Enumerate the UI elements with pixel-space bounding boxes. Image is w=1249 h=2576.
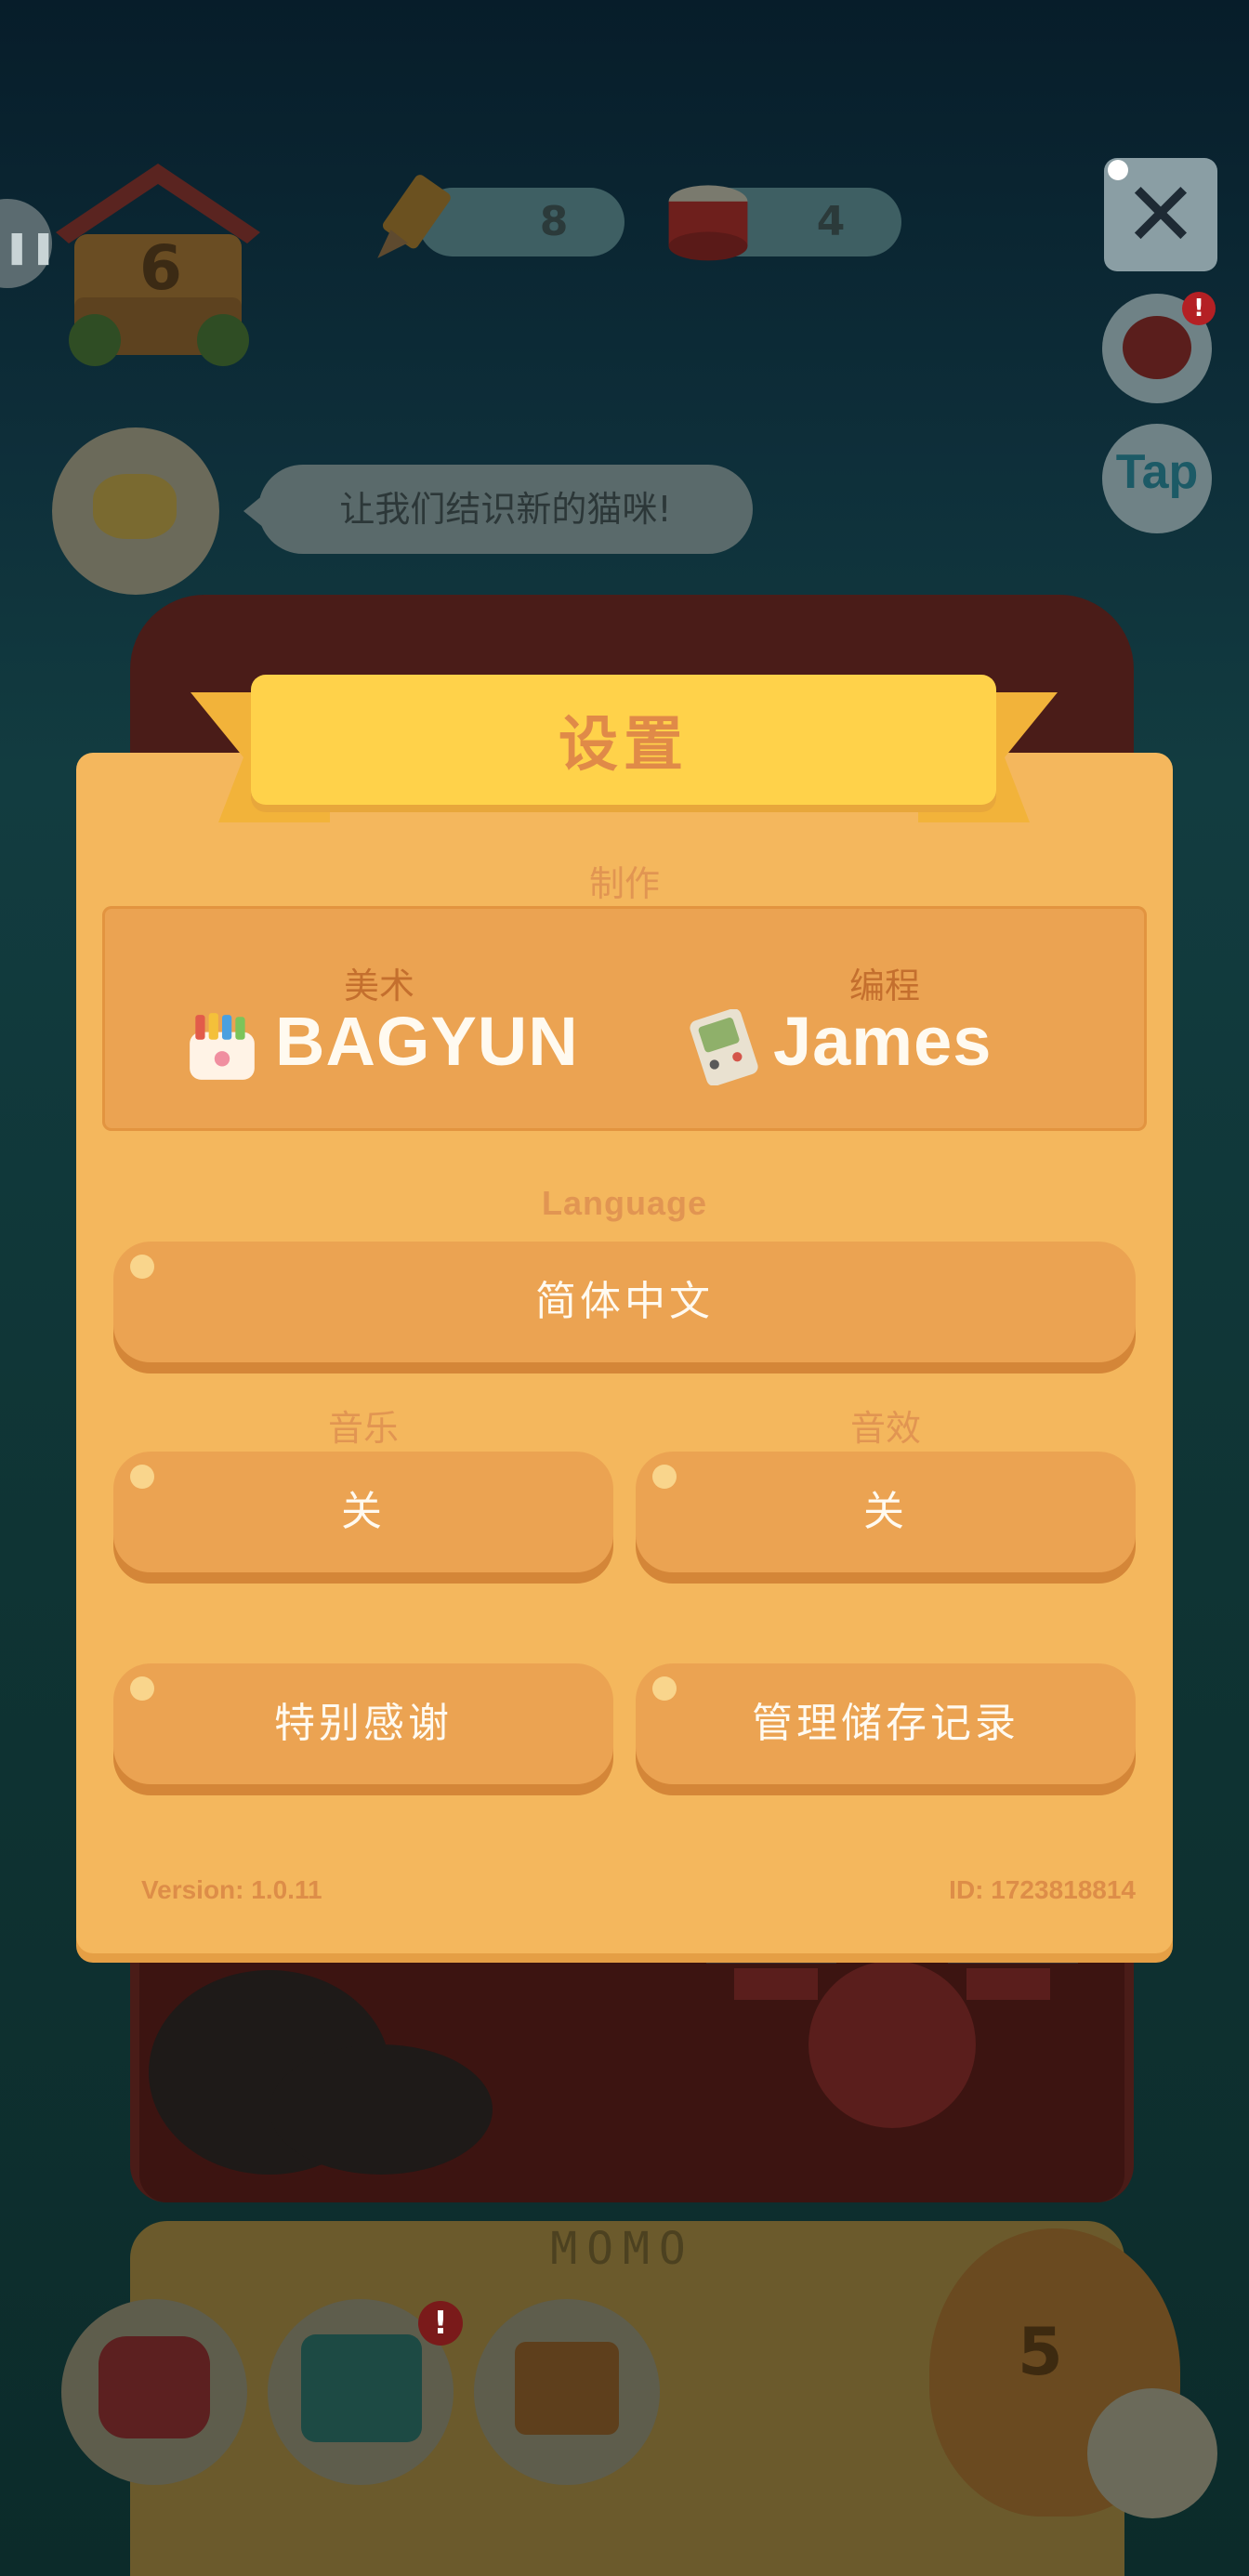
manage-saves-label: 管理储存记录 — [752, 1700, 1019, 1747]
storm-cloud-rug — [149, 1970, 493, 2175]
credits-label: 制作 — [588, 863, 660, 904]
pencil-icon — [377, 175, 451, 258]
room-name-label: MOMO — [550, 2223, 695, 2275]
button-shine — [652, 1676, 677, 1701]
button-shine — [130, 1676, 154, 1701]
radio-icon — [1123, 316, 1191, 379]
music-value: 关 — [341, 1488, 386, 1535]
language-button[interactable]: 简体中文 — [113, 1242, 1136, 1362]
picture-frame-icon — [515, 2342, 619, 2435]
sfx-label: 音效 — [849, 1408, 921, 1449]
music-toggle-button[interactable]: 关 — [113, 1452, 613, 1572]
code-role-label: 编程 — [848, 966, 920, 1006]
code-credit-name: James — [773, 1003, 993, 1080]
sfx-value: 关 — [863, 1488, 908, 1535]
special-thanks-label: 特别感谢 — [274, 1700, 453, 1747]
language-value: 简体中文 — [535, 1278, 714, 1325]
house-level-number: 6 — [139, 232, 182, 304]
catalog-alert-badge: ! — [418, 2301, 463, 2346]
music-label: 音乐 — [327, 1408, 399, 1449]
button-shine — [652, 1465, 677, 1489]
settings-title: 设置 — [559, 711, 689, 780]
radio-alert-badge: ! — [1182, 292, 1216, 325]
art-role-label: 美术 — [343, 966, 414, 1006]
paint-palette-icon — [190, 1013, 255, 1080]
cat-food-can-icon — [668, 185, 748, 261]
tap-label: Tap — [1115, 445, 1199, 499]
cat-collection-count: 5 — [1018, 2314, 1063, 2390]
art-credit-name: BAGYUN — [275, 1003, 579, 1080]
player-id-text: ID: 1723818814 — [949, 1875, 1136, 1904]
version-text: Version: 1.0.11 — [141, 1875, 322, 1904]
button-shine — [130, 1255, 154, 1279]
special-thanks-button[interactable]: 特别感谢 — [113, 1663, 613, 1784]
cat-face-icon — [93, 474, 177, 539]
sfx-toggle-button[interactable]: 关 — [636, 1452, 1136, 1572]
language-label: Language — [541, 1184, 707, 1222]
speech-bubble: 让我们结识新的猫咪! — [258, 465, 753, 554]
drum-kit-icon — [706, 1958, 1078, 2128]
armchair-icon — [99, 2336, 210, 2438]
close-button-shine — [1108, 160, 1128, 180]
gameboy-icon — [690, 1009, 758, 1085]
cat-head-button[interactable] — [1087, 2388, 1217, 2518]
manage-saves-button[interactable]: 管理储存记录 — [636, 1663, 1136, 1784]
button-shine — [130, 1465, 154, 1489]
book-icon — [301, 2334, 422, 2442]
